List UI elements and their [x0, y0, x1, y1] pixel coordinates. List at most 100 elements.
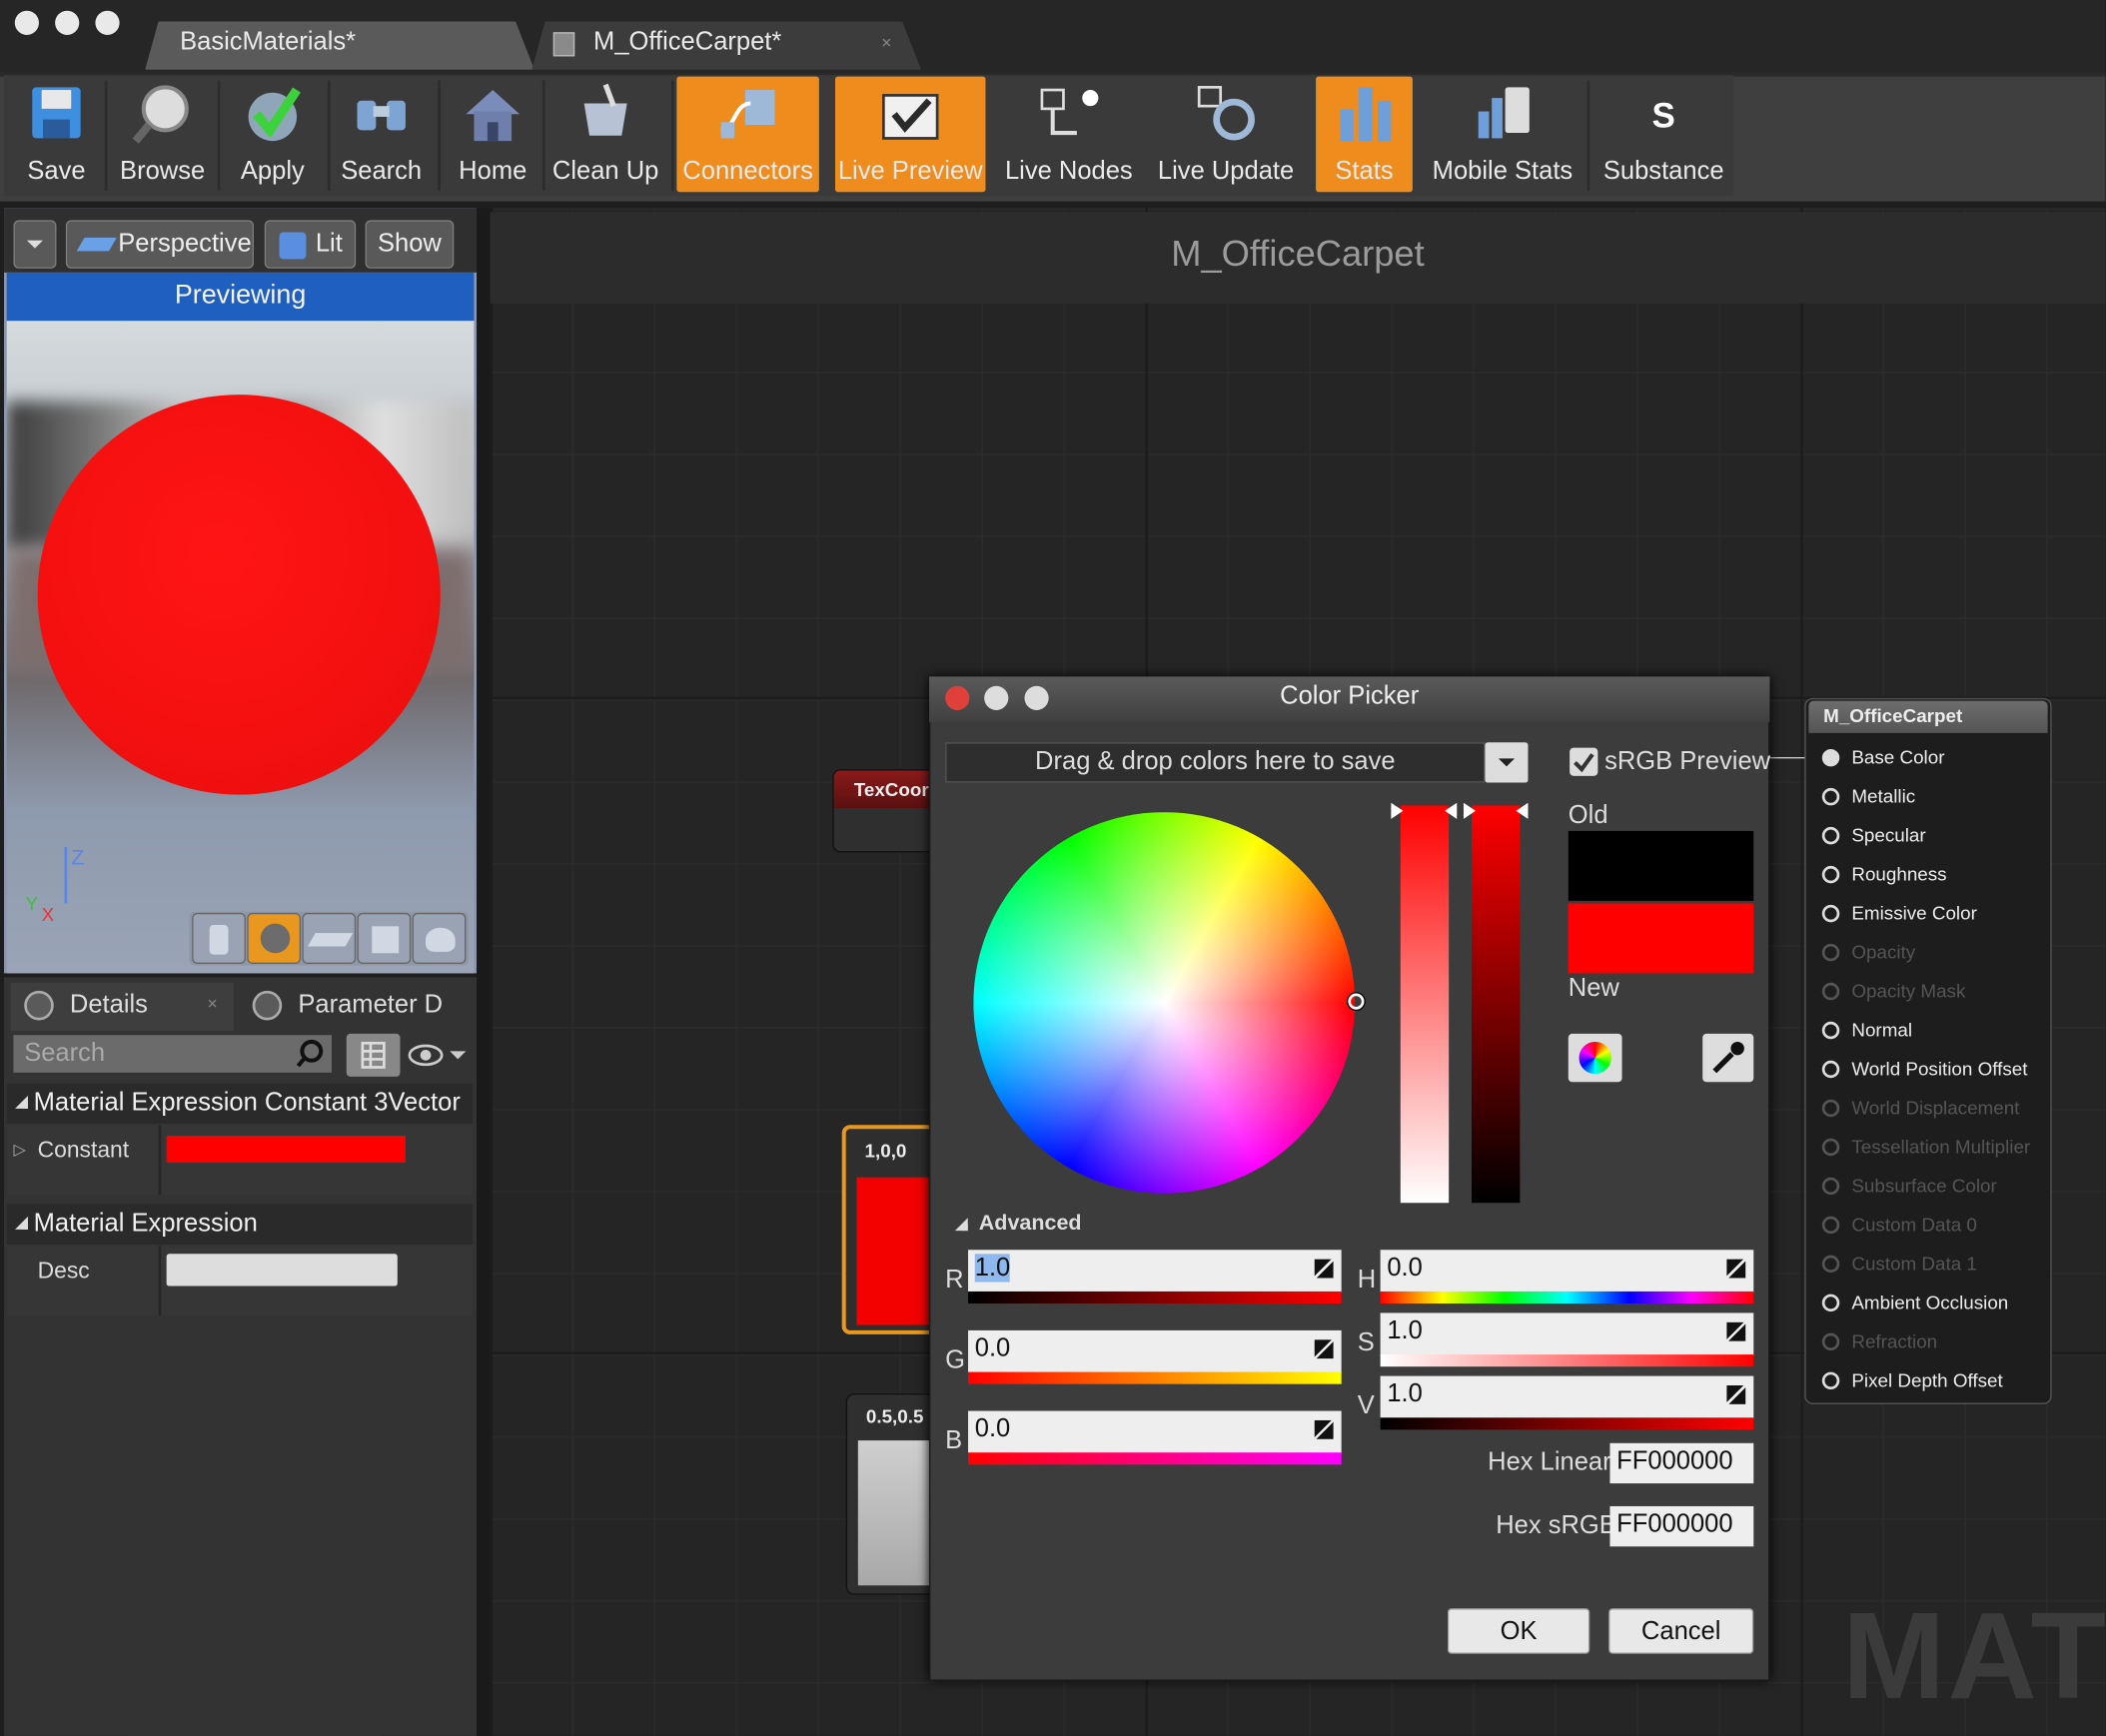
color-wheel-mode-button[interactable]	[1568, 1033, 1622, 1083]
visibility-eye-icon[interactable]	[406, 1039, 471, 1071]
r-channel-input[interactable]: 1.0	[968, 1250, 1342, 1294]
close-window-button[interactable]	[14, 10, 39, 35]
toolbar-home-button[interactable]: Home	[444, 77, 542, 193]
color-wheel-selector[interactable]	[1348, 993, 1365, 1010]
hex-linear-input[interactable]: FF000000	[1609, 1442, 1754, 1484]
panel-splitter[interactable]	[477, 208, 491, 1736]
g-channel-gradient[interactable]	[968, 1371, 1342, 1384]
s-channel-value: 1.0	[1387, 1316, 1423, 1345]
spin-arrow-icon[interactable]	[1314, 1419, 1334, 1439]
cylinder-shape-button[interactable]	[192, 912, 246, 964]
hex-srgb-input[interactable]: FF000000	[1609, 1505, 1754, 1547]
srgb-preview-checkbox[interactable]	[1570, 747, 1598, 776]
desc-input[interactable]	[166, 1254, 398, 1287]
h-channel-input[interactable]: 0.0	[1380, 1250, 1754, 1294]
pin-roughness[interactable]: Roughness	[1821, 863, 1947, 885]
saturation-slider[interactable]	[1400, 805, 1450, 1204]
pin-specular[interactable]: Specular	[1821, 824, 1926, 846]
pin-world-position-offset[interactable]: World Position Offset	[1821, 1058, 2027, 1080]
old-color-swatch[interactable]	[1568, 830, 1754, 901]
pin-world-displacement[interactable]: World Displacement	[1821, 1097, 2019, 1119]
texcoord-node[interactable]: TexCoor	[832, 769, 940, 853]
s-channel-gradient[interactable]	[1380, 1354, 1754, 1367]
toolbar-stats-button[interactable]: Stats	[1316, 76, 1413, 193]
cube-shape-button[interactable]	[357, 912, 412, 964]
toolbar-live-nodes-button[interactable]: Live Nodes	[1002, 77, 1136, 193]
pin-base-color[interactable]: Base Color	[1821, 746, 1944, 768]
pin-refraction[interactable]: Refraction	[1821, 1330, 1937, 1351]
toolbar-apply-button[interactable]: Apply	[224, 77, 321, 193]
pin-subsurface-color[interactable]: Subsurface Color	[1821, 1175, 1997, 1197]
b-channel-gradient[interactable]	[968, 1452, 1342, 1465]
tab-office-carpet[interactable]: M_OfficeCarpet* ×	[531, 22, 921, 70]
teapot-shape-button[interactable]	[412, 912, 467, 964]
tab-parameter-defaults[interactable]: Parameter D	[239, 982, 466, 1032]
show-button[interactable]: Show	[365, 220, 455, 269]
details-search-input[interactable]: Search	[13, 1035, 332, 1073]
eyedropper-button[interactable]	[1702, 1033, 1754, 1083]
category-material-expression[interactable]: Material Expression	[6, 1204, 474, 1245]
dialog-close-button[interactable]	[945, 685, 970, 710]
spin-arrow-icon[interactable]	[1726, 1385, 1746, 1404]
pin-pixel-depth-offset[interactable]: Pixel Depth Offset	[1821, 1369, 2003, 1390]
toolbar-clean-up-button[interactable]: Clean Up	[547, 77, 663, 193]
tab-close-icon[interactable]: ×	[881, 32, 891, 52]
v-channel-input[interactable]: 1.0	[1380, 1375, 1754, 1419]
value-slider[interactable]	[1472, 805, 1521, 1204]
s-channel-input[interactable]: 1.0	[1380, 1312, 1754, 1356]
dialog-minimize-button[interactable]	[984, 685, 1009, 710]
dialog-maximize-button[interactable]	[1024, 685, 1049, 710]
pin-custom-data-1[interactable]: Custom Data 1	[1821, 1253, 1977, 1274]
v-channel-gradient[interactable]	[1380, 1417, 1754, 1430]
pin-metallic[interactable]: Metallic	[1821, 785, 1915, 807]
tab-close-icon[interactable]: ×	[208, 994, 218, 1014]
toolbar-live-update-button[interactable]: Live Update	[1149, 77, 1302, 193]
color-picker-titlebar[interactable]: Color Picker	[929, 676, 1770, 723]
tab-details[interactable]: Details ×	[10, 982, 234, 1032]
color-wheel[interactable]	[973, 812, 1356, 1194]
category-constant-3vector[interactable]: Material Expression Constant 3Vector	[6, 1083, 474, 1124]
spin-arrow-icon[interactable]	[1314, 1259, 1334, 1279]
g-channel-input[interactable]: 0.0	[968, 1329, 1342, 1373]
toolbar-save-button[interactable]: Save	[9, 77, 103, 193]
lit-button[interactable]: Lit	[264, 220, 357, 269]
constant-red-node[interactable]: 1,0,0	[841, 1125, 938, 1334]
property-matrix-button[interactable]	[346, 1033, 401, 1077]
pin-custom-data-0[interactable]: Custom Data 0	[1821, 1214, 1977, 1235]
spin-arrow-icon[interactable]	[1726, 1259, 1746, 1279]
expand-triangle-icon[interactable]: ▷	[13, 1140, 25, 1159]
h-channel-gradient[interactable]	[1380, 1291, 1754, 1304]
pin-tessellation-multiplier[interactable]: Tessellation Multiplier	[1821, 1136, 2030, 1158]
pin-ambient-occlusion[interactable]: Ambient Occlusion	[1821, 1292, 2008, 1312]
maximize-window-button[interactable]	[95, 10, 120, 35]
pin-emissive-color[interactable]: Emissive Color	[1821, 902, 1977, 924]
pin-opacity[interactable]: Opacity	[1821, 941, 1915, 963]
toolbar-search-button[interactable]: Search	[331, 77, 433, 193]
perspective-button[interactable]: Perspective	[65, 220, 255, 269]
tab-basic-materials[interactable]: BasicMaterials*	[145, 22, 534, 70]
cancel-button[interactable]: Cancel	[1608, 1608, 1754, 1654]
preview-viewport[interactable]: Z Y X	[6, 321, 475, 974]
toolbar-label: Home	[459, 157, 527, 186]
pin-opacity-mask[interactable]: Opacity Mask	[1821, 980, 1965, 1002]
b-channel-input[interactable]: 0.0	[968, 1410, 1342, 1454]
toolbar-connectors-button[interactable]: Connectors	[676, 76, 819, 193]
ok-button[interactable]: OK	[1447, 1608, 1590, 1654]
sphere-shape-button[interactable]	[247, 912, 302, 964]
color-theme-drop-area[interactable]: Drag & drop colors here to save	[945, 742, 1486, 783]
pin-normal[interactable]: Normal	[1821, 1019, 1912, 1041]
minimize-window-button[interactable]	[55, 10, 80, 35]
toolbar-browse-button[interactable]: Browse	[113, 77, 212, 193]
constant-gray-node[interactable]: 0.5,0.5	[845, 1393, 936, 1595]
advanced-collapse-icon[interactable]	[954, 1218, 968, 1232]
viewport-options-button[interactable]	[13, 220, 57, 269]
toolbar-mobile-stats-button[interactable]: Mobile Stats	[1424, 77, 1582, 193]
r-channel-gradient[interactable]	[968, 1291, 1342, 1304]
plane-shape-button[interactable]	[302, 912, 357, 964]
color-themes-dropdown-button[interactable]	[1485, 742, 1529, 783]
spin-arrow-icon[interactable]	[1314, 1339, 1334, 1359]
spin-arrow-icon[interactable]	[1726, 1321, 1746, 1341]
constant-color-swatch[interactable]	[166, 1136, 406, 1163]
toolbar-substance-button[interactable]: S Substance	[1593, 77, 1733, 193]
toolbar-live-preview-button[interactable]: Live Preview	[834, 76, 986, 193]
